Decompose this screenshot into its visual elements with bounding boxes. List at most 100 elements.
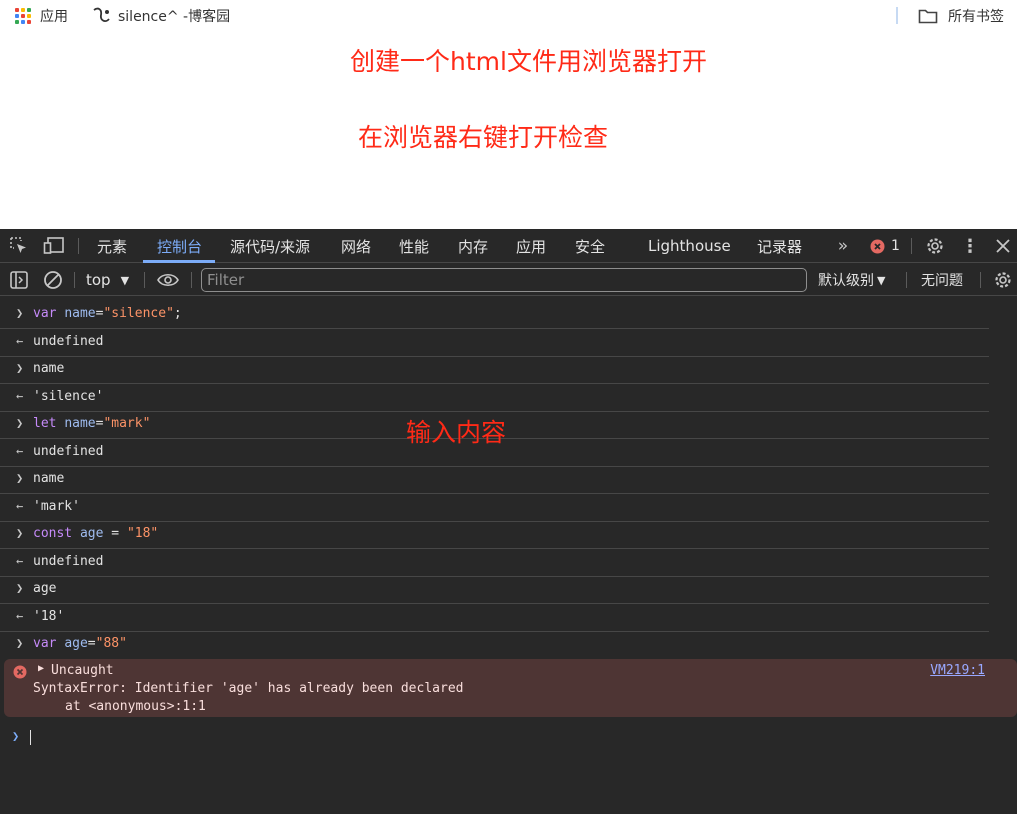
settings-gear-icon[interactable] bbox=[924, 236, 946, 256]
input-chevron-icon: ❯ bbox=[16, 416, 24, 430]
console-input-row: ❯ const age = "18" bbox=[0, 521, 989, 549]
text-caret bbox=[30, 730, 31, 745]
inspect-element-icon[interactable] bbox=[8, 236, 30, 256]
error-circle-icon bbox=[13, 665, 27, 679]
apps-bookmark[interactable]: 应用 bbox=[15, 0, 68, 32]
tab-performance[interactable]: 性能 bbox=[399, 229, 429, 263]
toolbar-divider-2 bbox=[144, 272, 145, 288]
console-output-row: ← 'mark' bbox=[0, 494, 989, 522]
devtools-panel: 元素 控制台 源代码/来源 网络 性能 内存 应用 安全 Lighthouse … bbox=[0, 229, 1017, 814]
console-input-row: ❯ var age="88" bbox=[0, 631, 989, 659]
site-bookmark-label: silence^ -博客园 bbox=[118, 9, 231, 25]
console-input-row: ❯ age bbox=[0, 576, 989, 604]
console-input-text: name bbox=[33, 471, 65, 486]
annotation-step3: 输入内容 bbox=[406, 418, 507, 447]
tab-elements[interactable]: 元素 bbox=[97, 229, 127, 263]
bookmarks-bar: 应用 silence^ -博客园 所有书签 bbox=[0, 0, 1017, 32]
console-input-text: name bbox=[33, 361, 65, 376]
console-input-text: var age="88" bbox=[33, 636, 127, 651]
site-logo-icon bbox=[93, 7, 110, 22]
console-output-text: undefined bbox=[33, 334, 104, 349]
clear-console-icon[interactable] bbox=[42, 270, 64, 290]
tab-memory[interactable]: 内存 bbox=[458, 229, 488, 263]
close-devtools-icon[interactable] bbox=[993, 236, 1013, 256]
all-bookmarks-label: 所有书签 bbox=[948, 9, 1004, 25]
console-error-message: ▶ Uncaught VM219:1 SyntaxError: Identifi… bbox=[4, 659, 1017, 717]
error-circle-icon bbox=[870, 239, 885, 253]
console-output-text: undefined bbox=[33, 554, 104, 569]
devtools-tab-bar: 元素 控制台 源代码/来源 网络 性能 内存 应用 安全 Lighthouse … bbox=[0, 229, 1017, 263]
input-chevron-icon: ❯ bbox=[16, 581, 24, 595]
error-message-text: SyntaxError: Identifier 'age' has alread… bbox=[33, 681, 464, 696]
output-return-icon: ← bbox=[16, 444, 24, 458]
output-return-icon: ← bbox=[16, 499, 24, 513]
error-stack-text: at <anonymous>:1:1 bbox=[65, 699, 206, 714]
input-chevron-icon: ❯ bbox=[16, 471, 24, 485]
log-levels-dropdown[interactable]: 默认级别 ▼ bbox=[818, 264, 885, 296]
console-input-text: age bbox=[33, 581, 57, 596]
annotation-step2: 在浏览器右键打开检查 bbox=[358, 123, 609, 152]
console-input-row: ❯ name bbox=[0, 466, 989, 494]
page-content: 创建一个html文件用浏览器打开 在浏览器右键打开检查 bbox=[0, 32, 1017, 229]
console-settings-gear-icon[interactable] bbox=[992, 270, 1014, 290]
input-chevron-icon: ❯ bbox=[16, 636, 24, 650]
console-prompt[interactable]: ❯ bbox=[0, 727, 1017, 751]
more-options-icon[interactable]: ⋮ bbox=[960, 236, 980, 257]
prompt-chevron-icon: ❯ bbox=[12, 729, 20, 743]
all-bookmarks-button[interactable]: 所有书签 bbox=[918, 0, 1004, 32]
issues-button[interactable]: 无问题 bbox=[921, 264, 963, 296]
console-output-row: ← '18' bbox=[0, 604, 989, 632]
tab-lighthouse[interactable]: Lighthouse bbox=[648, 229, 731, 263]
output-return-icon: ← bbox=[16, 609, 24, 623]
filter-input[interactable] bbox=[201, 268, 807, 292]
console-input-text: let name="mark" bbox=[33, 416, 151, 431]
tab-recorder[interactable]: 记录器 bbox=[757, 229, 802, 263]
error-title[interactable]: Uncaught bbox=[51, 663, 114, 678]
console-output-row: ← undefined bbox=[0, 329, 989, 357]
console-output-row: ← 'silence' bbox=[0, 384, 989, 412]
console-toolbar: top ▼ 默认级别 ▼ 无问题 bbox=[0, 264, 1017, 296]
tab-application[interactable]: 应用 bbox=[516, 229, 546, 263]
toolbar-divider-4 bbox=[906, 272, 907, 288]
console-output: ❯ var name="silence"; ← undefined ❯ name… bbox=[0, 297, 1017, 814]
annotation-step1: 创建一个html文件用浏览器打开 bbox=[350, 47, 707, 76]
levels-dropdown-arrow-icon: ▼ bbox=[877, 273, 886, 287]
active-tab-indicator bbox=[143, 260, 215, 263]
output-return-icon: ← bbox=[16, 554, 24, 568]
toolbar-divider bbox=[74, 272, 75, 288]
tab-divider-2 bbox=[911, 238, 912, 254]
console-output-text: '18' bbox=[33, 609, 65, 624]
more-tabs-icon[interactable]: » bbox=[832, 236, 854, 256]
console-input-row: ❯ name bbox=[0, 356, 989, 384]
context-selector[interactable]: top ▼ bbox=[86, 264, 129, 296]
expand-triangle-icon[interactable]: ▶ bbox=[38, 663, 44, 674]
error-source-link[interactable]: VM219:1 bbox=[930, 663, 985, 678]
apps-bookmark-label: 应用 bbox=[40, 9, 68, 25]
console-output-row: ← undefined bbox=[0, 549, 989, 577]
context-value: top bbox=[86, 271, 111, 289]
input-chevron-icon: ❯ bbox=[16, 361, 24, 375]
console-output-text: 'mark' bbox=[33, 499, 80, 514]
site-bookmark[interactable]: silence^ -博客园 bbox=[92, 0, 230, 32]
toolbar-divider-5 bbox=[980, 272, 981, 288]
tab-security[interactable]: 安全 bbox=[575, 229, 605, 263]
device-toolbar-icon[interactable] bbox=[42, 236, 66, 256]
error-counter-button[interactable]: 1 bbox=[868, 236, 902, 256]
console-input-text: var name="silence"; bbox=[33, 306, 182, 321]
live-expression-eye-icon[interactable] bbox=[156, 270, 180, 290]
toolbar-divider-3 bbox=[191, 272, 192, 288]
tab-network[interactable]: 网络 bbox=[341, 229, 371, 263]
input-chevron-icon: ❯ bbox=[16, 306, 24, 320]
input-chevron-icon: ❯ bbox=[16, 526, 24, 540]
output-return-icon: ← bbox=[16, 389, 24, 403]
folder-icon bbox=[918, 9, 938, 24]
tab-console[interactable]: 控制台 bbox=[157, 229, 202, 263]
bookmarks-divider bbox=[896, 7, 898, 24]
error-count: 1 bbox=[891, 238, 900, 254]
log-levels-label: 默认级别 bbox=[818, 273, 874, 289]
sidebar-toggle-icon[interactable] bbox=[8, 270, 30, 290]
tab-sources[interactable]: 源代码/来源 bbox=[230, 229, 310, 263]
console-input-row: ❯ var name="silence"; bbox=[0, 301, 989, 329]
output-return-icon: ← bbox=[16, 334, 24, 348]
dropdown-arrow-icon: ▼ bbox=[120, 273, 130, 287]
